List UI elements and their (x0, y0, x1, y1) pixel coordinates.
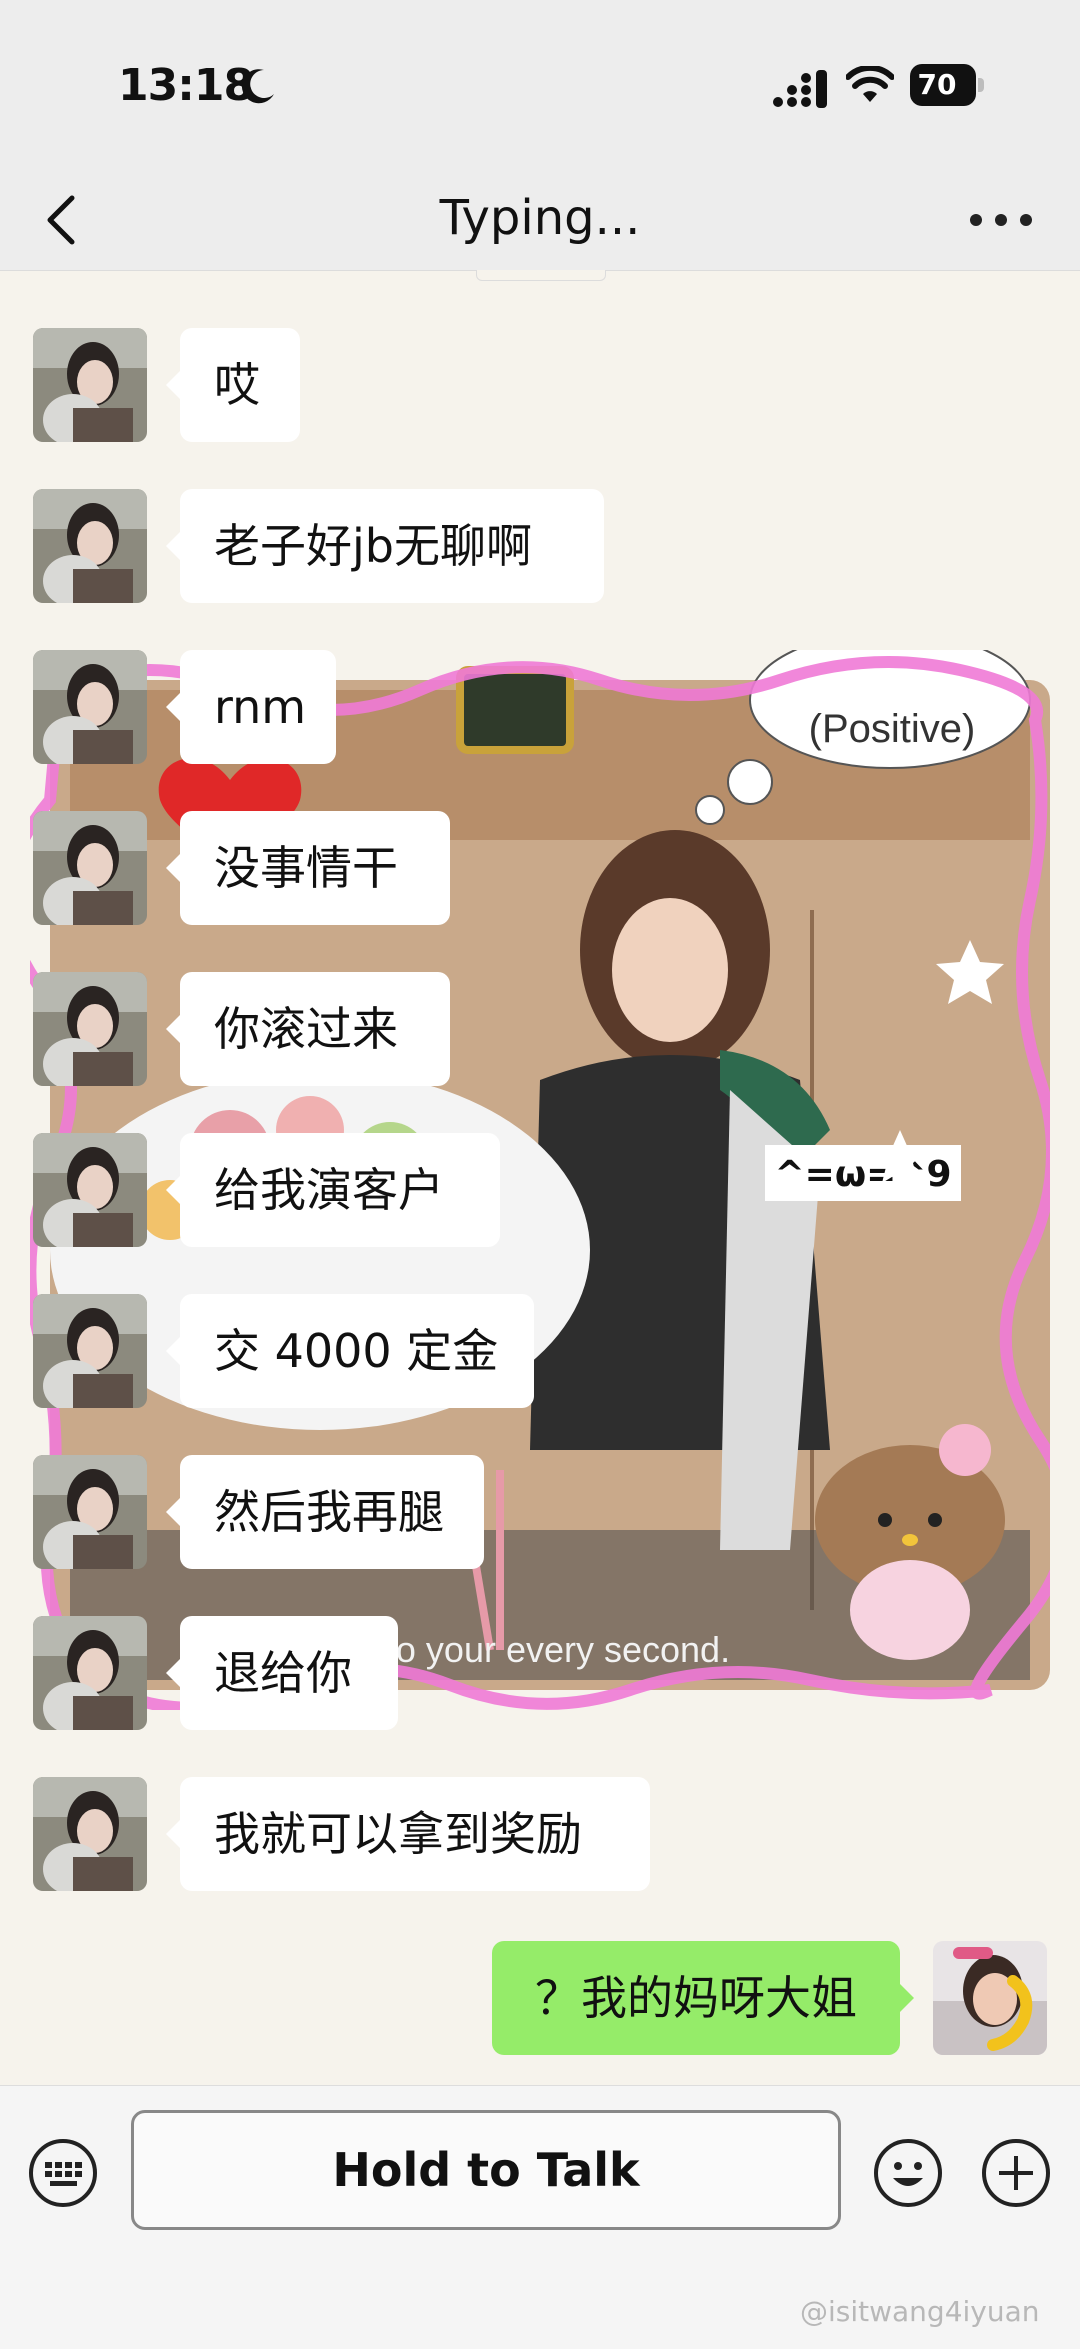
status-time: 13:18 (118, 60, 254, 111)
emoji-icon[interactable] (873, 2138, 943, 2208)
contact-avatar[interactable] (33, 972, 147, 1086)
message-bubble[interactable]: 哎 (166, 328, 300, 442)
add-icon[interactable] (981, 2138, 1051, 2208)
message-bubble[interactable]: 我就可以拿到奖励 (166, 1777, 650, 1891)
status-bar: 13:18 70 (0, 0, 1080, 170)
message-bubble[interactable]: 老子好jb无聊啊 (166, 489, 604, 603)
battery-level: 70 (917, 68, 957, 101)
more-options-icon[interactable] (966, 210, 1036, 230)
contact-avatar[interactable] (33, 1616, 147, 1730)
message-bubble[interactable]: 给我演客户 (166, 1133, 500, 1247)
contact-avatar[interactable] (33, 811, 147, 925)
hold-to-talk-button[interactable]: Hold to Talk (131, 2110, 841, 2230)
contact-avatar[interactable] (33, 1294, 147, 1408)
keyboard-icon[interactable] (28, 2138, 98, 2208)
contact-avatar[interactable] (33, 1133, 147, 1247)
sticker-caption: Do your every second. (370, 1629, 730, 1670)
contact-avatar[interactable] (33, 1455, 147, 1569)
my-avatar[interactable] (933, 1941, 1047, 2055)
pull-tab (476, 270, 606, 281)
message-bubble[interactable]: 没事情干 (166, 811, 450, 925)
chat-header: Typing... (0, 170, 1080, 271)
message-bubble[interactable]: 你滚过来 (166, 972, 450, 1086)
battery-icon: 70 (910, 64, 984, 106)
watermark: @isitwang4iyuan (800, 2295, 1040, 2328)
message-bubble[interactable]: 交 4000 定金 (166, 1294, 534, 1408)
message-bubble[interactable]: rnm (166, 650, 336, 764)
contact-avatar[interactable] (33, 650, 147, 764)
my-message-bubble[interactable]: ？我的妈呀大姐 (492, 1941, 914, 2055)
contact-avatar[interactable] (33, 489, 147, 603)
wifi-icon (846, 66, 894, 102)
chat-title: Typing... (439, 190, 641, 246)
contact-avatar[interactable] (33, 328, 147, 442)
moon-icon (241, 69, 274, 104)
thought-bubble-text: (Positive) (809, 707, 976, 751)
message-bubble[interactable]: 退给你 (166, 1616, 398, 1730)
contact-avatar[interactable] (33, 1777, 147, 1891)
emoticon-text: ^=ω=^9 (775, 1154, 952, 1195)
message-bubble[interactable]: 然后我再腿 (166, 1455, 484, 1569)
cellular-signal-icon (773, 70, 827, 108)
